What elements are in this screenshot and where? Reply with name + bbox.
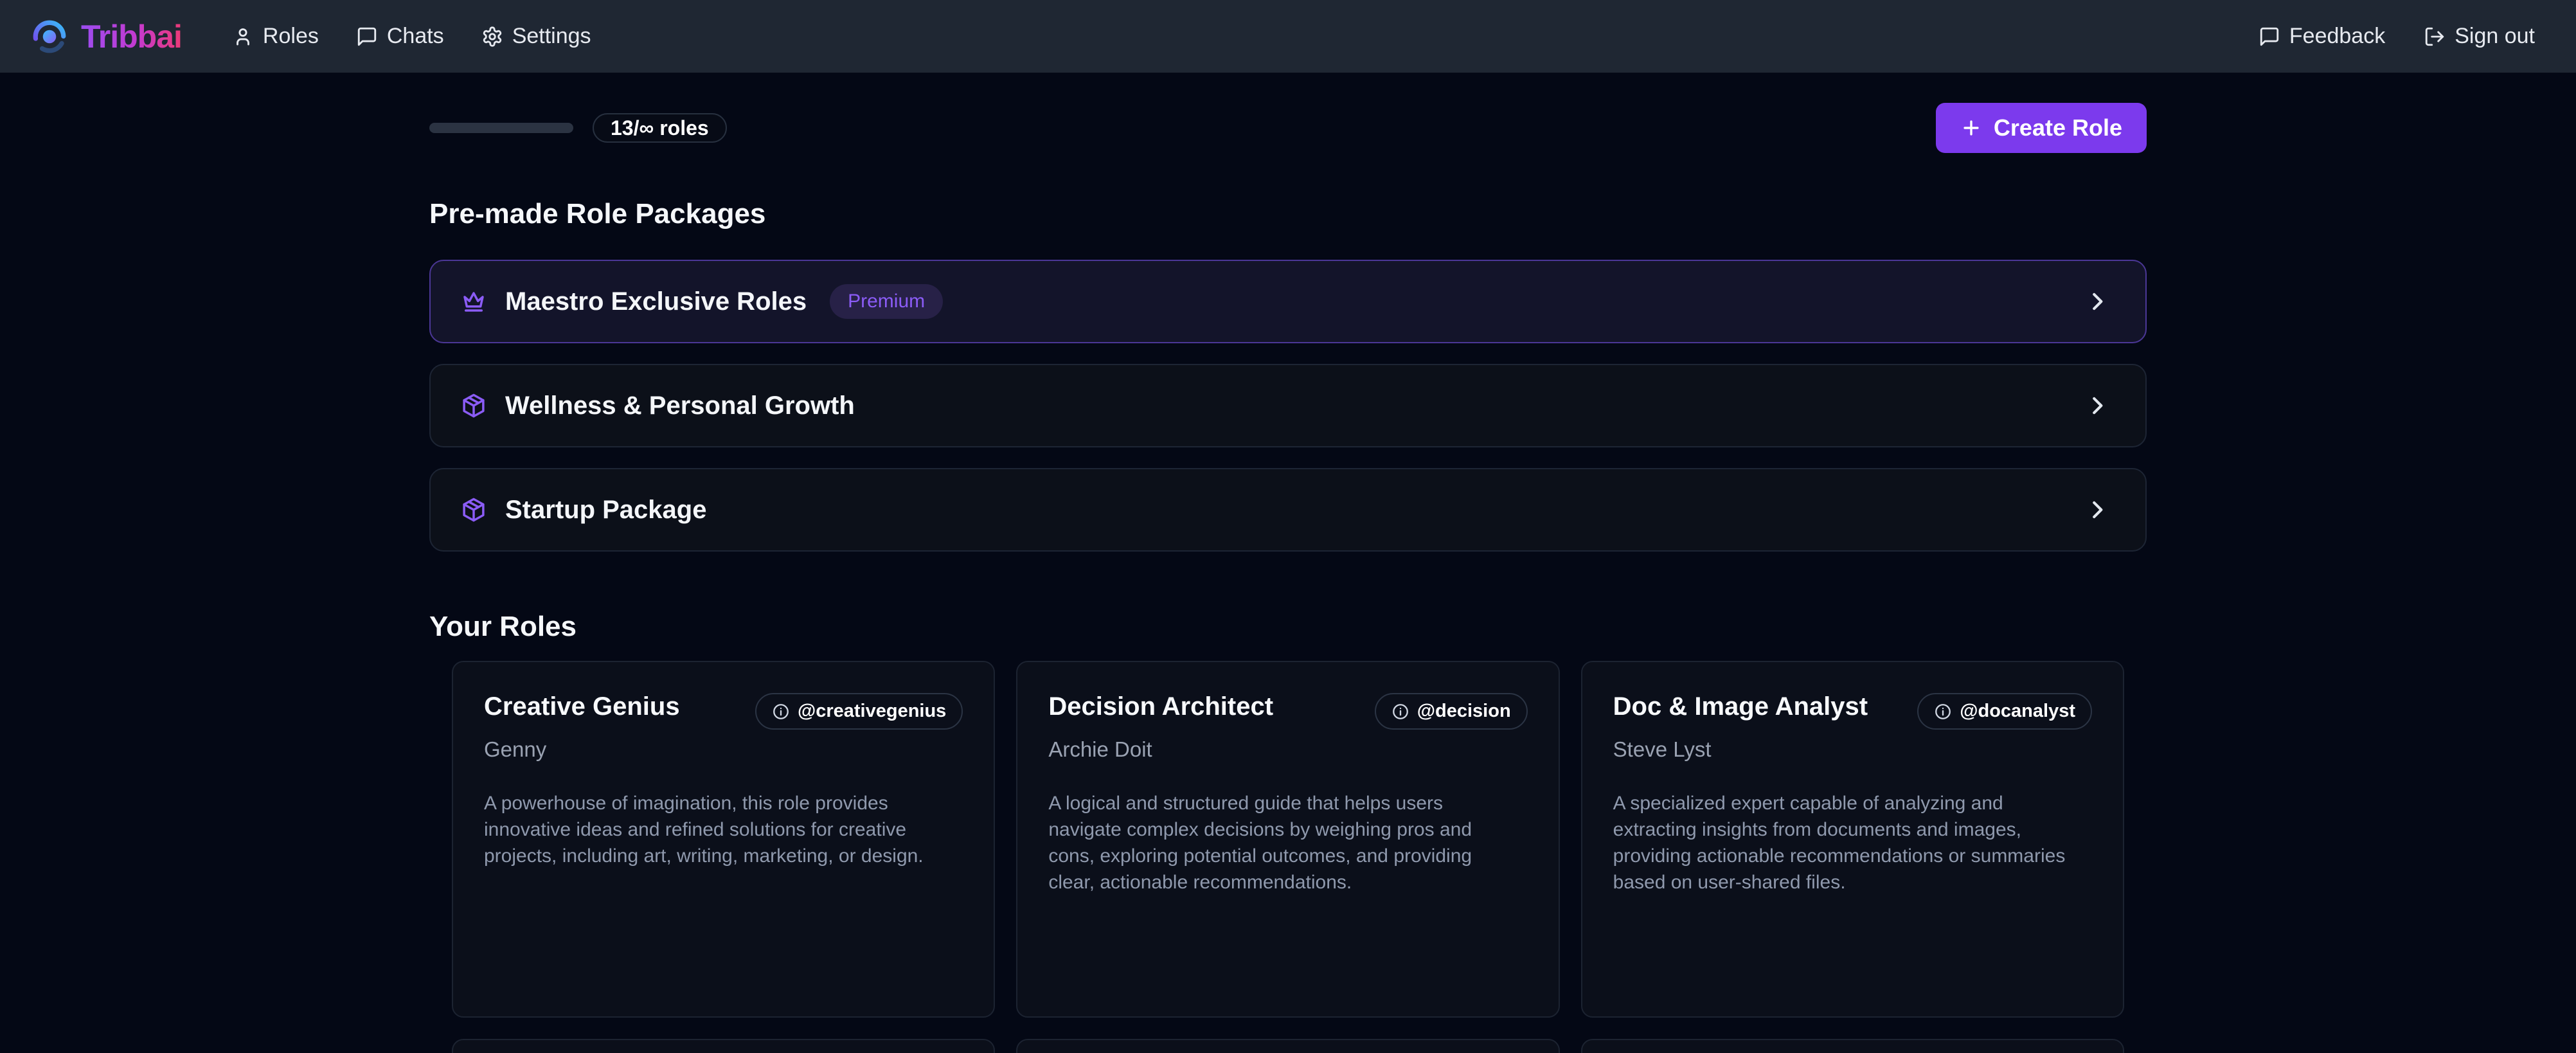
role-cards-area: Creative Genius @creativegenius Genny A …: [429, 661, 2147, 1053]
chat-icon: [356, 26, 378, 48]
role-handle: @docanalyst: [1960, 701, 2075, 722]
feedback-button[interactable]: Feedback: [2258, 24, 2385, 49]
role-description: A powerhouse of imagination, this role p…: [484, 790, 963, 869]
role-handle-badge[interactable]: @creativegenius: [755, 693, 963, 730]
package-icon: [460, 496, 487, 523]
your-roles-heading: Your Roles: [429, 611, 2147, 643]
roles-quota-badge: 13/∞ roles: [593, 113, 727, 143]
role-title: Doc & Image Analyst: [1613, 692, 1868, 721]
top-nav-bar: Tribbai Roles Chats Settings: [0, 0, 2576, 73]
nav-item-label: Roles: [263, 24, 319, 49]
roles-quota-progress-bar: [429, 123, 573, 133]
chevron-right-icon: [2085, 498, 2109, 522]
role-handle: @decision: [1417, 701, 1511, 722]
nav-item-settings[interactable]: Settings: [481, 24, 591, 49]
role-handle-badge[interactable]: @decision: [1375, 693, 1528, 730]
main-nav: Roles Chats Settings: [232, 24, 591, 49]
package-title: Wellness & Personal Growth: [505, 392, 855, 420]
roles-toolbar: 13/∞ roles Create Role: [429, 103, 2147, 153]
nav-item-roles[interactable]: Roles: [232, 24, 319, 49]
package-row-startup[interactable]: Startup Package: [429, 468, 2147, 552]
create-role-button[interactable]: Create Role: [1936, 103, 2147, 153]
nav-item-label: Settings: [512, 24, 591, 49]
nav-item-label: Chats: [387, 24, 444, 49]
role-subtitle: Archie Doit: [1048, 737, 1527, 762]
crown-icon: [460, 288, 487, 315]
logout-icon: [2424, 26, 2446, 48]
package-row-wellness[interactable]: Wellness & Personal Growth: [429, 364, 2147, 447]
sign-out-label: Sign out: [2455, 24, 2535, 49]
create-role-label: Create Role: [1994, 114, 2122, 141]
plus-icon: [1960, 117, 1982, 139]
package-title: Startup Package: [505, 496, 706, 525]
role-cards-grid: Creative Genius @creativegenius Genny A …: [452, 661, 2124, 1018]
quota-group: 13/∞ roles: [429, 113, 727, 143]
role-title: Decision Architect: [1048, 692, 1273, 721]
premium-badge: Premium: [830, 284, 943, 319]
package-icon: [460, 392, 487, 419]
role-card-partial[interactable]: [1016, 1039, 1559, 1053]
role-description: A logical and structured guide that help…: [1048, 790, 1527, 896]
premade-packages-heading: Pre-made Role Packages: [429, 198, 2147, 230]
chat-icon: [2258, 26, 2280, 48]
tribbai-logo-icon: [31, 18, 68, 55]
role-card-decision-architect[interactable]: Decision Architect @decision Archie Doit…: [1016, 661, 1559, 1018]
role-cards-grid-row2: [452, 1039, 2124, 1053]
role-subtitle: Steve Lyst: [1613, 737, 2092, 762]
brand-logo[interactable]: Tribbai: [31, 18, 182, 55]
info-icon: [1934, 703, 1952, 721]
package-row-maestro[interactable]: Maestro Exclusive Roles Premium: [429, 260, 2147, 343]
header-actions: Feedback Sign out: [2258, 24, 2535, 49]
chevron-right-icon: [2085, 393, 2109, 418]
role-description: A specialized expert capable of analyzin…: [1613, 790, 2092, 896]
brand-name: Tribbai: [81, 18, 182, 55]
role-card-creative-genius[interactable]: Creative Genius @creativegenius Genny A …: [452, 661, 995, 1018]
role-card-doc-image-analyst[interactable]: Doc & Image Analyst @docanalyst Steve Ly…: [1581, 661, 2124, 1018]
role-card-partial[interactable]: [1581, 1039, 2124, 1053]
gear-icon: [481, 26, 503, 48]
info-icon: [1391, 703, 1409, 721]
nav-item-chats[interactable]: Chats: [356, 24, 444, 49]
role-card-partial[interactable]: [452, 1039, 995, 1053]
feedback-label: Feedback: [2289, 24, 2385, 49]
chevron-right-icon: [2085, 289, 2109, 314]
info-icon: [772, 703, 790, 721]
sign-out-button[interactable]: Sign out: [2424, 24, 2535, 49]
role-title: Creative Genius: [484, 692, 680, 721]
package-title: Maestro Exclusive Roles: [505, 287, 807, 316]
role-handle: @creativegenius: [798, 701, 946, 722]
user-icon: [232, 26, 254, 48]
main-content: 13/∞ roles Create Role Pre-made Role Pac…: [429, 103, 2147, 1053]
role-subtitle: Genny: [484, 737, 963, 762]
role-handle-badge[interactable]: @docanalyst: [1917, 693, 2092, 730]
